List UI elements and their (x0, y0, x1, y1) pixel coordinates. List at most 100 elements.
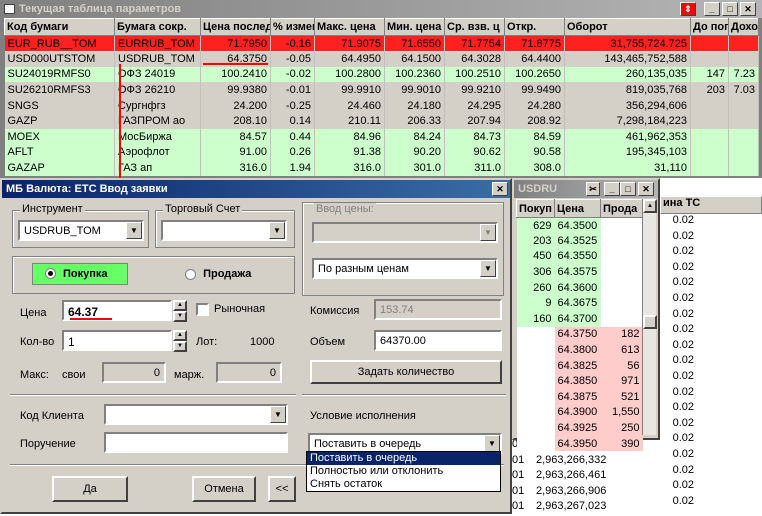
order-title-bar[interactable]: МБ Валюта: ЕТС Ввод заявки (2, 180, 510, 198)
quote-cell (600, 311, 643, 327)
exec-options-dropdown[interactable]: Поставить в очередь Полностью или отклони… (306, 451, 501, 492)
qty-up-button[interactable]: ▲ (173, 330, 187, 341)
scroll-thumb[interactable] (643, 315, 657, 329)
params-title-bar[interactable]: Текущая таблица параметров (0, 0, 762, 18)
column-header[interactable]: Мин. цена (384, 18, 445, 36)
table-cell: 71.9075 (314, 35, 385, 52)
quotes-pin-icon[interactable]: ✂ (586, 182, 600, 196)
price-mode-select[interactable]: По разным ценам ▼ (312, 258, 498, 279)
price-type-select[interactable]: ▼ (312, 222, 498, 243)
table-cell: 316.0 (200, 160, 271, 176)
background-volume-value: 2,963,266,461 (536, 469, 607, 482)
table-row[interactable]: SU24019RMFS0 ОФЗ 24019 100.2410 -0.02 100.28… (4, 66, 759, 83)
column-header[interactable]: Прода (600, 199, 643, 218)
column-header[interactable]: Откр. (504, 18, 565, 36)
table-cell: 99.9210 (444, 82, 505, 98)
quote-row[interactable]: 450 64.3550 (516, 248, 643, 265)
quotes-minimize-button[interactable]: _ (604, 182, 620, 196)
table-row[interactable]: EUR_RUB__TOM EURRUB_TOM 71.7950 -0.16 71.907… (4, 35, 759, 52)
order-note-field[interactable] (104, 432, 288, 453)
column-header[interactable]: До погаш (690, 18, 729, 36)
column-header[interactable]: Макс. цена (314, 18, 385, 36)
quote-row[interactable]: 629 64.3500 (516, 217, 643, 234)
table-row[interactable]: AFLT Аэрофлот 91.00 0.26 91.38 90.20 90.62 90.5… (4, 144, 759, 161)
table-row[interactable]: SNGS Сургнфгз 24.200 -0.25 24.460 24.180 24.29… (4, 97, 759, 114)
column-header[interactable]: Оборот (564, 18, 691, 36)
pin-icon[interactable]: ⇕ (680, 2, 696, 16)
market-checkbox[interactable] (196, 303, 209, 316)
quote-row[interactable]: 260 64.3600 (516, 279, 643, 296)
chevron-down-icon[interactable]: ▼ (126, 222, 142, 239)
table-cell: 90.62 (444, 144, 505, 161)
quote-row[interactable]: 306 64.3575 (516, 264, 643, 280)
table-cell (690, 129, 729, 145)
instrument-select[interactable]: USDRUB_TOM ▼ (18, 220, 144, 241)
table-row[interactable]: MOEX МосБиржа 84.57 0.44 84.96 84.24 84.73 84.5… (4, 129, 759, 145)
minimize-button[interactable]: _ (704, 2, 720, 16)
quotes-maximize-button[interactable]: □ (620, 182, 636, 196)
quotes-scrollbar[interactable]: ▲ (642, 199, 657, 435)
quote-cell (600, 279, 643, 296)
exec-option[interactable]: Снять остаток (307, 478, 500, 491)
exec-option[interactable]: Полностью или отклонить (307, 465, 500, 478)
quote-row[interactable]: 64.3850 971 (516, 373, 643, 390)
background-step-value: 0.02 (672, 401, 694, 414)
buy-radio[interactable]: Покупка (32, 263, 128, 285)
commission-field: 153.74 (374, 299, 502, 320)
price-up-button[interactable]: ▲ (173, 300, 187, 311)
quotes-close-button[interactable]: ✕ (638, 182, 654, 196)
quote-row[interactable]: 64.3950 390 (516, 435, 643, 452)
chevron-down-icon[interactable]: ▼ (480, 260, 496, 277)
chevron-down-icon[interactable]: ▼ (480, 224, 496, 241)
quote-row[interactable]: 64.3875 521 (516, 389, 643, 405)
column-header[interactable]: Покуп (516, 199, 555, 218)
column-header[interactable]: Цена (554, 199, 601, 218)
order-close-button[interactable]: ✕ (492, 182, 508, 196)
set-qty-button[interactable]: Задать количество (310, 360, 502, 384)
quote-row[interactable]: 64.3750 182 (516, 326, 643, 343)
table-row[interactable]: GAZAP ГАЗ ап 316.0 1.94 316.0 301.0 311.0 308.0… (4, 160, 759, 176)
background-step-value: 0.02 (672, 307, 694, 320)
close-button[interactable]: ✕ (740, 2, 756, 16)
table-cell: 24.280 (504, 97, 565, 114)
chevron-down-icon[interactable]: ▼ (269, 222, 285, 239)
maximize-button[interactable]: □ (722, 2, 738, 16)
column-header[interactable]: Код бумаги (4, 18, 115, 36)
volume-field[interactable]: 64370.00 (374, 330, 502, 351)
quote-row[interactable]: 9 64.3675 (516, 295, 643, 312)
table-row[interactable]: SU26210RMFS3 ОФЗ 26210 99.9380 -0.01 99.9910… (4, 82, 759, 98)
exec-option[interactable]: Поставить в очередь (307, 452, 500, 465)
quote-cell (516, 373, 555, 390)
column-header[interactable]: Цена последн (200, 18, 271, 36)
background-volume-row: 01 2,963,266,906 (512, 485, 662, 501)
table-cell: 208.10 (200, 113, 271, 130)
table-row[interactable]: GAZP ГАЗПРОМ ао 208.10 0.14 210.11 206.33 207.… (4, 113, 759, 130)
quote-row[interactable]: 64.3925 250 (516, 420, 643, 436)
cancel-button[interactable]: Отмена (192, 476, 256, 502)
column-header[interactable]: % измен (270, 18, 315, 36)
price-down-button[interactable]: ▼ (173, 311, 187, 322)
sell-radio[interactable]: Продажа (185, 268, 251, 280)
quote-row[interactable]: 64.3900 1,550 (516, 404, 643, 421)
scroll-up-button[interactable]: ▲ (643, 199, 657, 213)
quote-row[interactable]: 160 64.3700 (516, 311, 643, 327)
chevron-down-icon[interactable]: ▼ (270, 406, 286, 423)
quote-row[interactable]: 64.3800 613 (516, 342, 643, 358)
client-select[interactable]: ▼ (104, 404, 288, 425)
table-row[interactable]: USD000UTSTOM USDRUB_TOM 64.3750 -0.05 64.495… (4, 51, 759, 67)
background-step-value: 0.02 (672, 229, 694, 242)
table-icon (4, 4, 15, 14)
quote-row[interactable]: 203 64.3525 (516, 233, 643, 249)
quote-cell: 64.3950 (554, 435, 601, 452)
collapse-button[interactable]: << (268, 476, 296, 502)
ok-button[interactable]: Да (52, 476, 128, 502)
column-header[interactable]: Бумага сокр. (114, 18, 201, 36)
qty-field[interactable]: 1 (62, 330, 172, 351)
chevron-down-icon[interactable]: ▼ (484, 435, 500, 452)
column-header[interactable]: Доход (728, 18, 759, 36)
account-select[interactable]: ▼ (161, 220, 287, 241)
table-cell: SNGS (4, 97, 115, 114)
qty-down-button[interactable]: ▼ (173, 341, 187, 352)
column-header[interactable]: Ср. взв. ц (444, 18, 505, 36)
quote-row[interactable]: 64.3825 56 (516, 357, 643, 374)
